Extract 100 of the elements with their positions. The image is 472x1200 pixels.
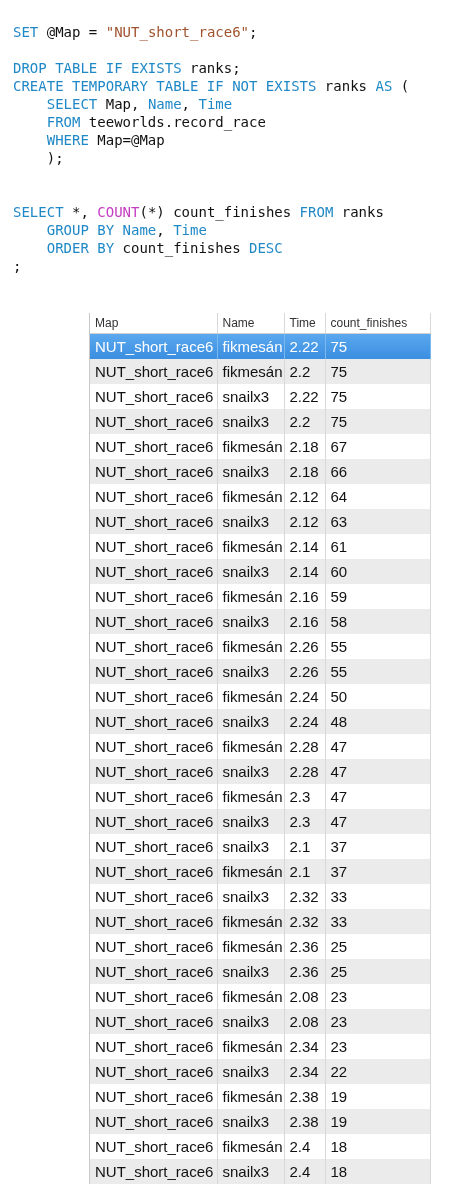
table-cell: 18 — [325, 1158, 430, 1184]
table-cell: NUT_short_race6 — [90, 783, 217, 809]
table-cell: 23 — [325, 1008, 430, 1034]
table-cell: NUT_short_race6 — [90, 558, 217, 584]
table-cell: NUT_short_race6 — [90, 708, 217, 734]
table-cell: 2.3 — [284, 783, 325, 809]
table-cell: snailx3 — [217, 508, 284, 534]
table-cell: 37 — [325, 858, 430, 884]
table-cell: NUT_short_race6 — [90, 1133, 217, 1159]
table-cell: snailx3 — [217, 1108, 284, 1134]
table-cell: 2.4 — [284, 1158, 325, 1184]
code-line: ; — [13, 257, 22, 275]
code-line: CREATE TEMPORARY TABLE IF NOT EXISTS ranks AS ( — [13, 77, 410, 95]
table-cell: 63 — [325, 508, 430, 534]
table-cell: NUT_short_race6 — [90, 908, 217, 934]
table-cell: 47 — [325, 808, 430, 834]
table-cell: 2.12 — [284, 508, 325, 534]
table-cell: 55 — [325, 658, 430, 684]
table-cell: 67 — [325, 433, 430, 459]
table-cell: 55 — [325, 633, 430, 659]
table-cell: 75 — [325, 358, 430, 384]
table-cell: 47 — [325, 758, 430, 784]
table-cell: fikmesán — [217, 908, 284, 934]
table-cell: 2.16 — [284, 608, 325, 634]
table-cell: fikmesán — [217, 533, 284, 559]
code-line: DROP TABLE IF EXISTS ranks; — [13, 59, 241, 77]
code-line: ); — [45, 149, 64, 167]
column-header[interactable]: Time — [284, 313, 325, 334]
table-cell: 2.22 — [284, 333, 325, 359]
table-cell: 2.08 — [284, 1008, 325, 1034]
table-cell: 48 — [325, 708, 430, 734]
table-cell: NUT_short_race6 — [90, 958, 217, 984]
table-cell: NUT_short_race6 — [90, 883, 217, 909]
table-cell: 2.24 — [284, 708, 325, 734]
table-cell: NUT_short_race6 — [90, 1158, 217, 1184]
table-cell: NUT_short_race6 — [90, 333, 217, 359]
table-cell: 47 — [325, 783, 430, 809]
table-cell: NUT_short_race6 — [90, 1008, 217, 1034]
table-cell: NUT_short_race6 — [90, 1058, 217, 1084]
table-cell: fikmesán — [217, 1033, 284, 1059]
table-cell: 2.36 — [284, 933, 325, 959]
table-cell: NUT_short_race6 — [90, 1083, 217, 1109]
table-cell: NUT_short_race6 — [90, 383, 217, 409]
table-cell: NUT_short_race6 — [90, 1033, 217, 1059]
table-cell: 2.3 — [284, 808, 325, 834]
table-cell: fikmesán — [217, 733, 284, 759]
table-cell: NUT_short_race6 — [90, 983, 217, 1009]
table-cell: 2.2 — [284, 358, 325, 384]
table-cell: 23 — [325, 1033, 430, 1059]
table-cell: fikmesán — [217, 483, 284, 509]
table-cell: 61 — [325, 533, 430, 559]
table-cell: snailx3 — [217, 958, 284, 984]
table-cell: fikmesán — [217, 583, 284, 609]
table-cell: NUT_short_race6 — [90, 458, 217, 484]
table-cell: snailx3 — [217, 708, 284, 734]
table-cell: 60 — [325, 558, 430, 584]
table-cell: fikmesán — [217, 1083, 284, 1109]
table-cell: NUT_short_race6 — [90, 933, 217, 959]
table-cell: 33 — [325, 908, 430, 934]
column-header[interactable]: Name — [217, 313, 284, 334]
code-line: SELECT *, COUNT(*) count_finishes FROM ranks — [13, 203, 384, 221]
code-line: WHERE Map=@Map — [45, 131, 165, 149]
table-cell: NUT_short_race6 — [90, 808, 217, 834]
table-cell: 19 — [325, 1108, 430, 1134]
table-cell: 58 — [325, 608, 430, 634]
table-cell: 75 — [325, 383, 430, 409]
table-cell: NUT_short_race6 — [90, 583, 217, 609]
table-cell: 2.28 — [284, 758, 325, 784]
table-cell: 2.38 — [284, 1083, 325, 1109]
code-line: FROM teeworlds.record_race — [45, 113, 266, 131]
code-line: SELECT Map, Name, Time — [45, 95, 233, 113]
table-cell: 2.28 — [284, 733, 325, 759]
table-cell: fikmesán — [217, 333, 284, 359]
column-header[interactable]: Map — [90, 313, 217, 334]
table-cell: snailx3 — [217, 608, 284, 634]
table-cell: snailx3 — [217, 833, 284, 859]
table-cell: fikmesán — [217, 358, 284, 384]
table-cell: 23 — [325, 983, 430, 1009]
table-cell: 2.22 — [284, 383, 325, 409]
code-line: SET @Map = "NUT_short_race6"; — [13, 23, 258, 41]
table-cell: fikmesán — [217, 858, 284, 884]
table-cell: 2.1 — [284, 858, 325, 884]
table-cell: NUT_short_race6 — [90, 358, 217, 384]
table-cell: 19 — [325, 1083, 430, 1109]
table-cell: 2.32 — [284, 883, 325, 909]
table-cell: NUT_short_race6 — [90, 733, 217, 759]
table-cell: fikmesán — [217, 633, 284, 659]
column-header[interactable]: count_finishes — [325, 313, 430, 334]
table-cell: 2.4 — [284, 1133, 325, 1159]
table-cell: 2.1 — [284, 833, 325, 859]
table-cell: 2.32 — [284, 908, 325, 934]
table-cell: 2.08 — [284, 983, 325, 1009]
table-cell: 2.14 — [284, 558, 325, 584]
table-cell: snailx3 — [217, 1058, 284, 1084]
table-cell: 2.38 — [284, 1108, 325, 1134]
table-cell: NUT_short_race6 — [90, 433, 217, 459]
table-cell: snailx3 — [217, 808, 284, 834]
table-cell: 2.24 — [284, 683, 325, 709]
table-cell: NUT_short_race6 — [90, 658, 217, 684]
table-cell: 2.2 — [284, 408, 325, 434]
